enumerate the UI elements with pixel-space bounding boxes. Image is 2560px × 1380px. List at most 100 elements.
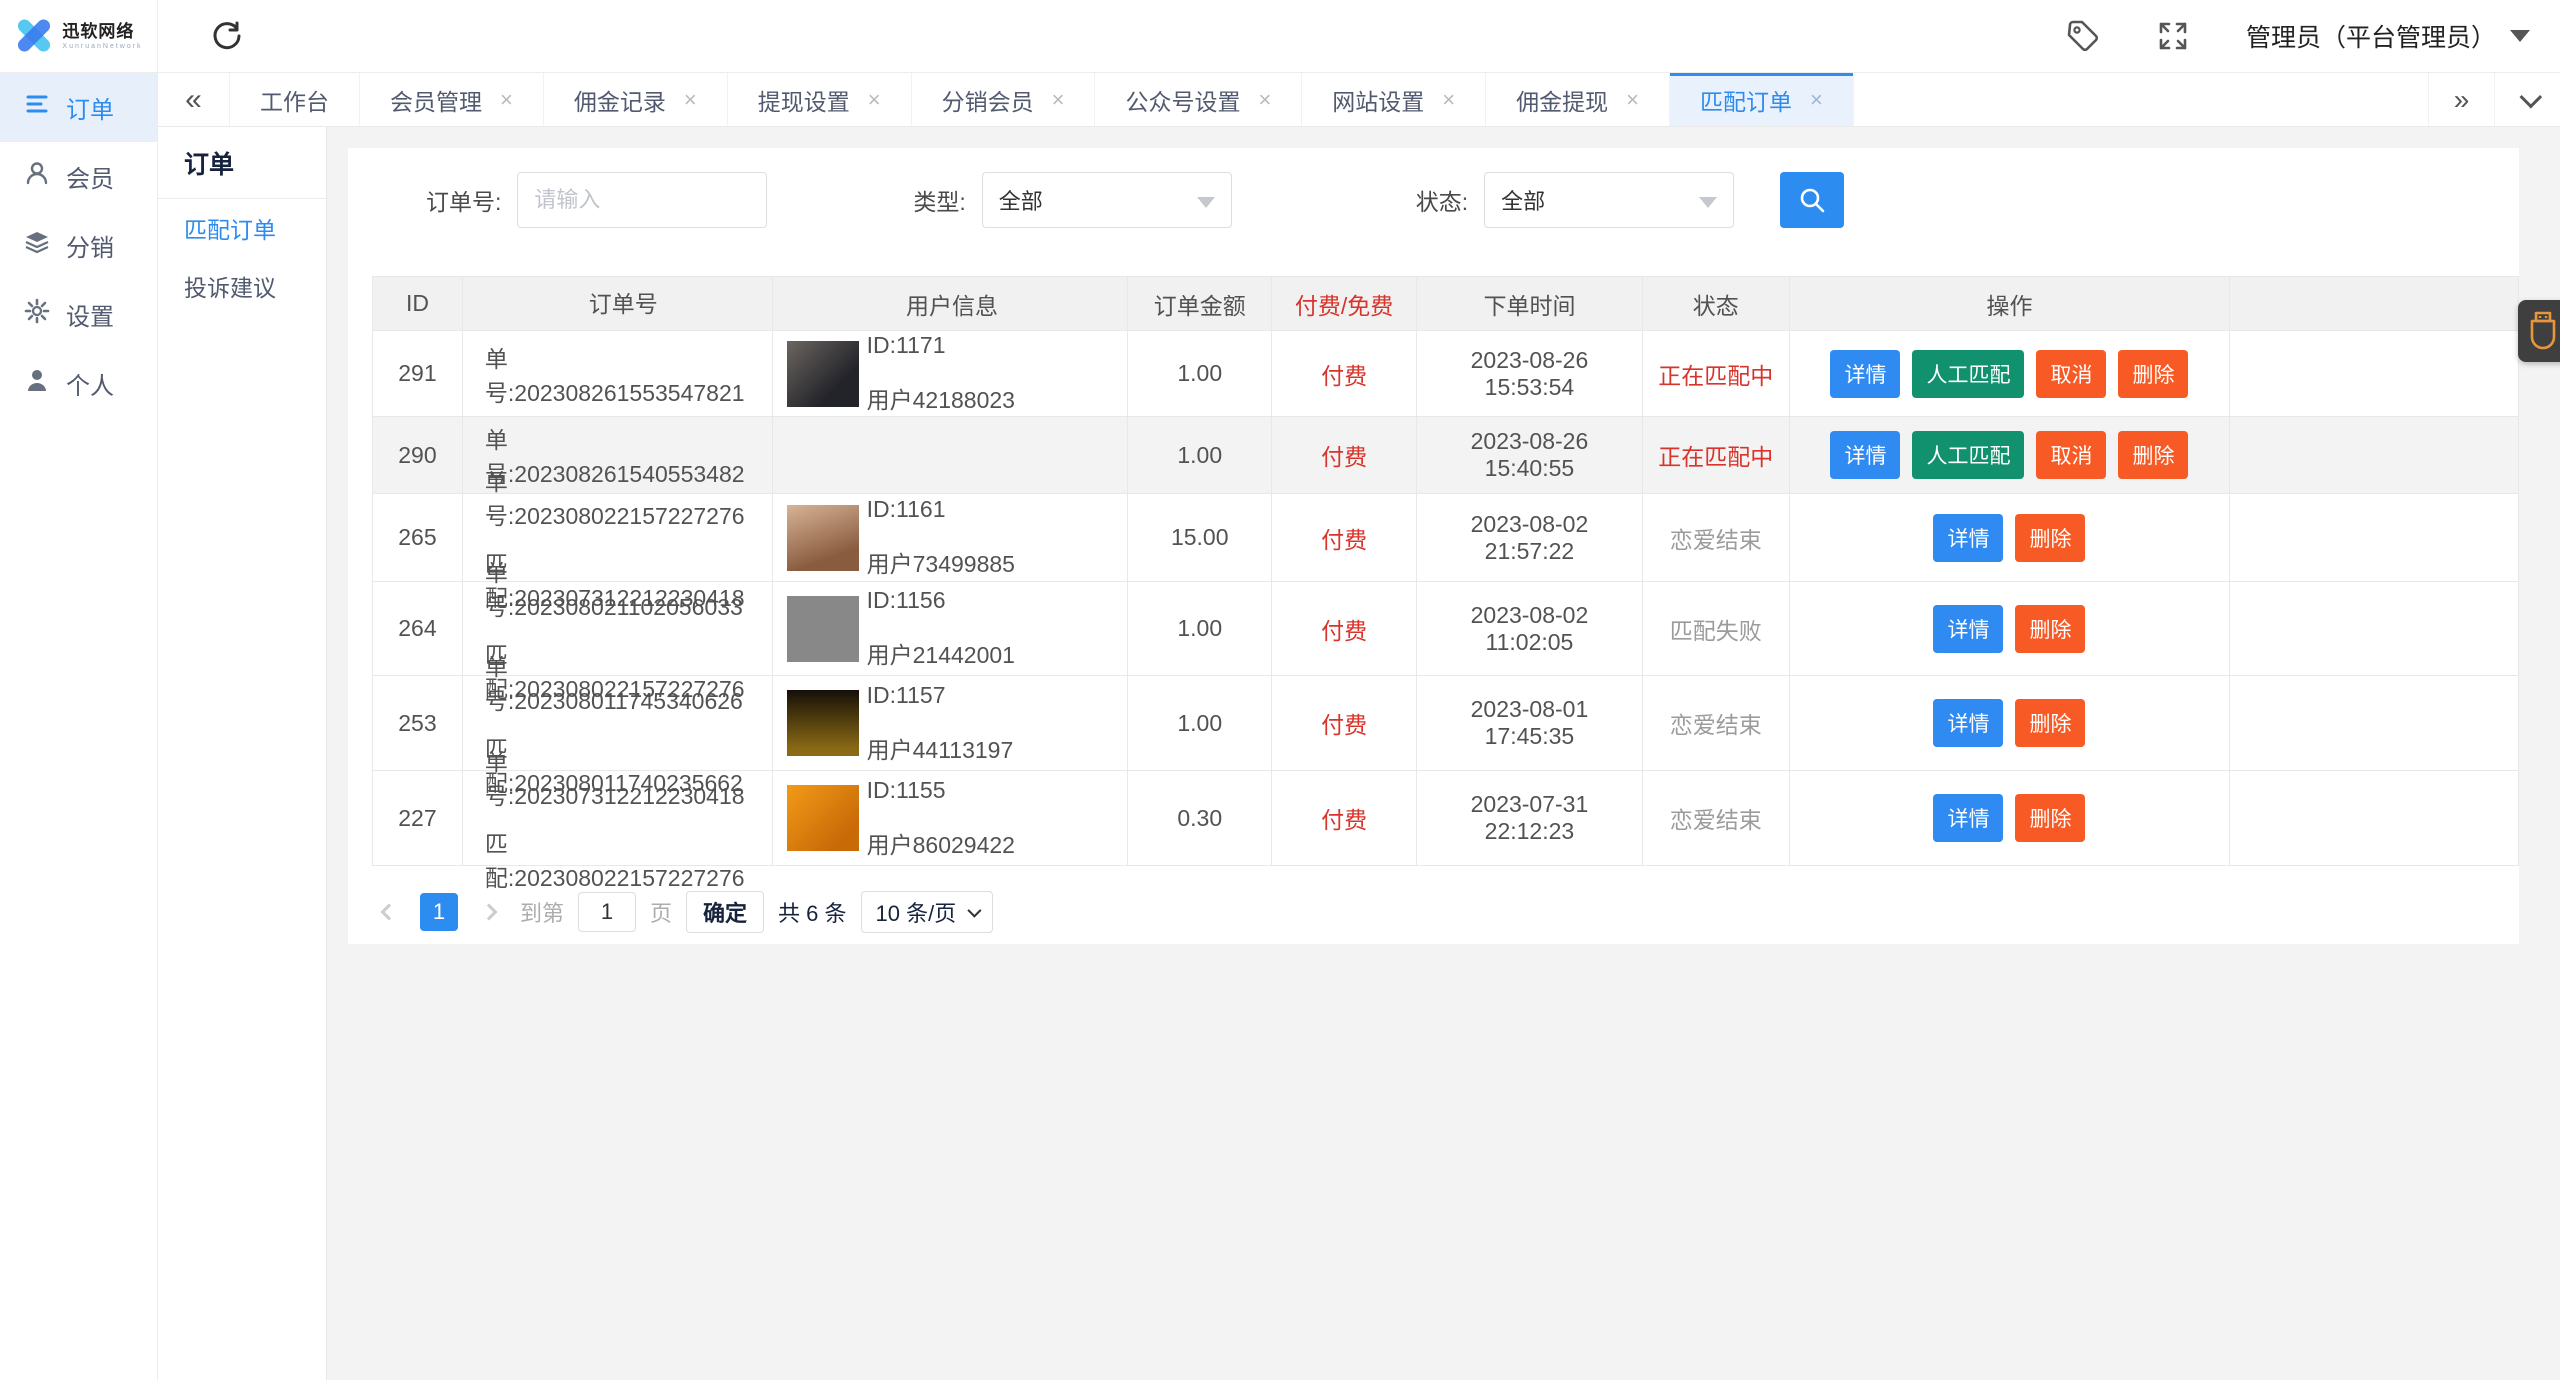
page-number-button[interactable]: 1 bbox=[420, 893, 458, 931]
cell-user-info: ID:1171 用户42188023 bbox=[773, 331, 1129, 416]
cell-actions: 详情 删除 bbox=[1790, 676, 2231, 770]
tab-3[interactable]: 佣金记录 × bbox=[544, 73, 728, 126]
order-no-input[interactable] bbox=[517, 172, 768, 228]
action-button-详情[interactable]: 详情 bbox=[1933, 794, 2004, 842]
action-button-取消[interactable]: 取消 bbox=[2036, 431, 2107, 479]
tab-close-icon[interactable]: × bbox=[500, 87, 513, 113]
cell-blank bbox=[2230, 676, 2518, 770]
page-size-value: 10 条/页 bbox=[875, 901, 957, 926]
goto-confirm-button[interactable]: 确定 bbox=[686, 891, 765, 933]
user-name: 管理员（平台管理员） bbox=[2245, 24, 2496, 52]
order-number-line: 单号:202308011745340626 bbox=[484, 654, 743, 714]
side-floating-widget[interactable] bbox=[2518, 300, 2560, 362]
orders-table: ID 订单号 用户信息 订单金额 付费/免费 下单时间 状态 操作 291 单号:20230826… bbox=[372, 276, 2519, 891]
action-button-删除[interactable]: 删除 bbox=[2015, 513, 2086, 562]
column-header: 付费/免费 bbox=[1272, 277, 1418, 330]
action-button-删除[interactable]: 删除 bbox=[2015, 794, 2086, 842]
cell-fee-type: 付费 bbox=[1272, 331, 1418, 416]
action-button-详情[interactable]: 详情 bbox=[1830, 349, 1901, 398]
tab-9[interactable]: 匹配订单 × bbox=[1670, 73, 1854, 126]
page-size-select[interactable]: 10 条/页 bbox=[860, 891, 994, 933]
column-header: 操作 bbox=[1790, 277, 2231, 330]
cell-fee-type: 付费 bbox=[1272, 417, 1418, 493]
tab-close-icon[interactable]: × bbox=[1052, 87, 1065, 113]
submenu-item-1[interactable]: 匹配订单 bbox=[158, 199, 326, 257]
user-number: 用户73499885 bbox=[866, 551, 1015, 577]
action-button-人工匹配[interactable]: 人工匹配 bbox=[1912, 431, 2025, 479]
order-no-label: 订单号: bbox=[426, 189, 502, 215]
cell-id: 227 bbox=[373, 771, 463, 865]
cell-order-time: 2023-08-01 17:45:35 bbox=[1417, 676, 1643, 770]
tab-4[interactable]: 提现设置 × bbox=[728, 73, 912, 126]
type-select[interactable]: 全部 bbox=[981, 172, 1232, 228]
cell-actions: 详情 删除 bbox=[1790, 582, 2231, 675]
search-icon bbox=[1800, 188, 1825, 213]
action-button-人工匹配[interactable]: 人工匹配 bbox=[1912, 349, 2025, 398]
sidebar-item-2[interactable]: 会员 bbox=[0, 142, 157, 211]
filter-bar: 订单号: 类型: 全部 状态: 全部 bbox=[348, 172, 2519, 228]
tab-5[interactable]: 分销会员 × bbox=[912, 73, 1096, 126]
action-button-删除[interactable]: 删除 bbox=[2015, 699, 2086, 747]
type-caret-down-icon bbox=[1196, 197, 1215, 208]
cell-amount: 0.30 bbox=[1128, 771, 1273, 865]
sidebar-item-4[interactable]: 设置 bbox=[0, 280, 157, 349]
next-page-icon[interactable] bbox=[472, 895, 506, 929]
tab-label: 佣金提现 bbox=[1516, 88, 1609, 115]
tab-close-icon[interactable]: × bbox=[1442, 87, 1455, 113]
sidebar-item-3[interactable]: 分销 bbox=[0, 211, 157, 280]
tab-8[interactable]: 佣金提现 × bbox=[1486, 73, 1671, 126]
cell-id: 265 bbox=[373, 494, 463, 581]
action-button-详情[interactable]: 详情 bbox=[1933, 604, 2004, 653]
cell-blank bbox=[2230, 582, 2518, 675]
tab-close-icon[interactable]: × bbox=[684, 87, 697, 113]
action-button-取消[interactable]: 取消 bbox=[2036, 349, 2107, 398]
table-header-row: ID 订单号 用户信息 订单金额 付费/免费 下单时间 状态 操作 bbox=[373, 277, 2518, 331]
search-button[interactable] bbox=[1780, 172, 1845, 228]
goto-page-input[interactable] bbox=[578, 892, 637, 932]
column-header: 订单金额 bbox=[1128, 277, 1273, 330]
action-button-详情[interactable]: 详情 bbox=[1933, 699, 2004, 747]
cell-amount: 1.00 bbox=[1128, 676, 1273, 770]
tab-close-icon[interactable]: × bbox=[868, 87, 881, 113]
action-button-删除[interactable]: 删除 bbox=[2118, 431, 2189, 479]
fullscreen-icon[interactable] bbox=[2156, 19, 2190, 53]
refresh-icon[interactable] bbox=[210, 19, 244, 53]
action-button-详情[interactable]: 详情 bbox=[1933, 513, 2004, 562]
sidebar-item-5[interactable]: 个人 bbox=[0, 349, 157, 418]
order-number-line: 单号:202307312212230418 bbox=[484, 749, 745, 809]
cell-status: 匹配失败 bbox=[1643, 582, 1790, 675]
tab-6[interactable]: 公众号设置 × bbox=[1095, 73, 1303, 126]
top-header: 迅软网络 XunruanNetwork 管理员（平台管理员） bbox=[0, 0, 2560, 73]
prev-page-icon[interactable] bbox=[372, 895, 406, 929]
status-select[interactable]: 全部 bbox=[1484, 172, 1735, 228]
tab-2[interactable]: 会员管理 × bbox=[360, 73, 544, 126]
cell-order-time: 2023-08-26 15:53:54 bbox=[1417, 331, 1643, 416]
tab-label: 网站设置 bbox=[1332, 88, 1425, 115]
tag-icon[interactable] bbox=[2066, 19, 2100, 53]
user-menu[interactable]: 管理员（平台管理员） bbox=[2246, 18, 2530, 54]
cell-blank bbox=[2230, 771, 2518, 865]
order-number-line: 单号:202308261553547821 bbox=[484, 345, 745, 406]
tabs-dropdown-icon[interactable] bbox=[2494, 73, 2560, 126]
cell-order-time: 2023-08-02 21:57:22 bbox=[1417, 494, 1643, 581]
tab-label: 工作台 bbox=[260, 88, 329, 115]
gear-icon bbox=[24, 298, 50, 331]
tab-close-icon[interactable]: × bbox=[1810, 87, 1823, 113]
column-header: 状态 bbox=[1643, 277, 1790, 330]
sidebar-item-1[interactable]: 订单 bbox=[0, 73, 157, 142]
tab-1[interactable]: 工作台 bbox=[230, 73, 360, 126]
tab-label: 匹配订单 bbox=[1700, 88, 1793, 115]
action-button-删除[interactable]: 删除 bbox=[2015, 604, 2086, 653]
cell-fee-type: 付费 bbox=[1272, 676, 1418, 770]
action-button-删除[interactable]: 删除 bbox=[2118, 349, 2189, 398]
tabs-scroll-right-icon[interactable]: » bbox=[2428, 73, 2494, 126]
order-number-line: 单号:202308021102056033 bbox=[484, 559, 743, 620]
tabs-collapse-left-icon[interactable]: « bbox=[158, 73, 230, 126]
submenu-item-2[interactable]: 投诉建议 bbox=[158, 257, 326, 315]
tab-label: 公众号设置 bbox=[1125, 88, 1241, 115]
tab-close-icon[interactable]: × bbox=[1258, 87, 1271, 113]
sidebar-item-label: 分销 bbox=[66, 235, 114, 262]
tab-7[interactable]: 网站设置 × bbox=[1302, 73, 1487, 126]
action-button-详情[interactable]: 详情 bbox=[1830, 431, 1901, 479]
tab-close-icon[interactable]: × bbox=[1626, 87, 1639, 113]
